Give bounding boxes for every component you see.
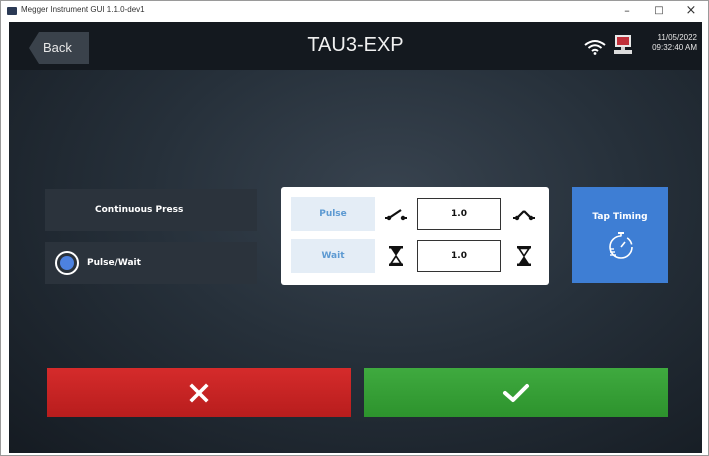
hourglass-icon	[389, 246, 403, 266]
minimize-button[interactable]: –	[612, 3, 642, 19]
app-logo-icon	[7, 7, 17, 15]
computer-icon	[614, 35, 632, 54]
window-title: Megger Instrument GUI 1.1.0-dev1	[21, 5, 145, 14]
wifi-icon	[584, 40, 606, 55]
app-window: Megger Instrument GUI 1.1.0-dev1 – □ × B…	[0, 0, 709, 456]
close-button[interactable]: ×	[676, 3, 706, 19]
mode-pulse-wait-label: Pulse/Wait	[87, 258, 141, 268]
maximize-button[interactable]: □	[644, 3, 674, 19]
mode-continuous-label: Continuous Press	[95, 205, 184, 215]
datetime-display: 11/05/2022 09:32:40 AM	[635, 33, 697, 53]
pulse-label: Pulse	[291, 197, 375, 231]
time-text: 09:32:40 AM	[652, 43, 697, 52]
header-bar: Back TAU3-EXP 11/05/2022 09:32:40 AM	[9, 22, 702, 70]
radio-selected-icon[interactable]	[55, 251, 79, 275]
window-titlebar: Megger Instrument GUI 1.1.0-dev1 – □ ×	[1, 1, 708, 22]
cancel-button[interactable]	[47, 368, 351, 417]
hourglass-full-icon	[517, 246, 531, 266]
tap-timing-button[interactable]: Tap Timing	[572, 187, 668, 283]
mode-continuous-press[interactable]: Continuous Press	[45, 189, 257, 231]
x-icon	[189, 382, 209, 403]
app-content: Back TAU3-EXP 11/05/2022 09:32:40 AM Con…	[9, 22, 702, 453]
date-text: 11/05/2022	[657, 33, 697, 42]
pulse-value-field[interactable]: 1.0	[417, 198, 501, 230]
confirm-button[interactable]	[364, 368, 668, 417]
stopwatch-icon	[609, 232, 633, 259]
switch-closed-icon	[513, 210, 535, 221]
switch-open-icon	[385, 209, 407, 221]
mode-pulse-wait[interactable]: Pulse/Wait	[45, 242, 257, 284]
wait-value-field[interactable]: 1.0	[417, 240, 501, 272]
tap-timing-label: Tap Timing	[592, 212, 648, 222]
timing-settings-card: Pulse 1.0 Wait 1.0	[281, 187, 549, 285]
checkmark-icon	[503, 383, 529, 402]
wait-label: Wait	[291, 239, 375, 273]
